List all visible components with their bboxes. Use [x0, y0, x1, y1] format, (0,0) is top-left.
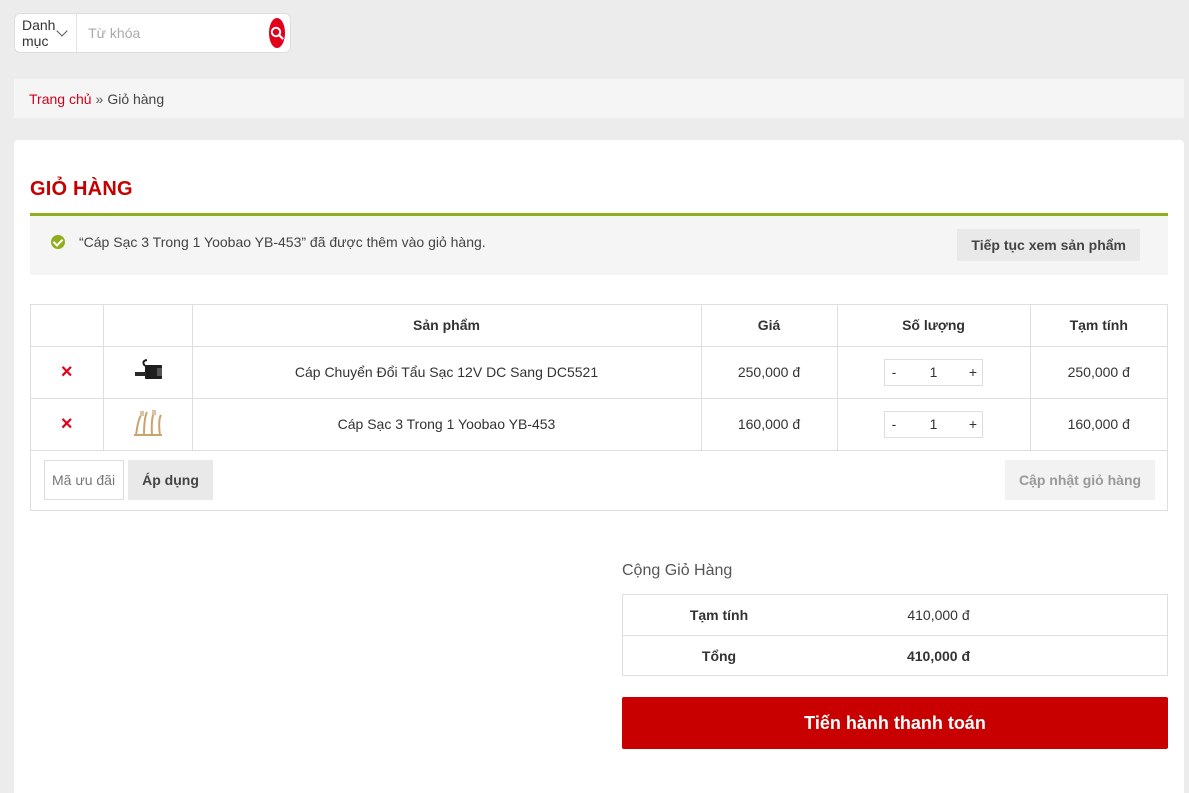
category-select[interactable]: Danh mục [15, 14, 78, 52]
product-name[interactable]: Cáp Sạc 3 Trong 1 Yoobao YB-453 [191, 397, 702, 451]
quantity-input[interactable]: 1 [903, 416, 964, 432]
table-row: × Cáp Sạc 3 Trong 1 Yoobao YB-453 160,00… [31, 397, 1167, 451]
column-header-remove [31, 305, 104, 347]
search-button[interactable] [269, 18, 285, 48]
quantity-decrease-button[interactable]: - [885, 364, 903, 380]
cart-actions: Áp dụng Cập nhật giỏ hàng [31, 450, 1167, 510]
table-header-row: Sản phẩm Giá Số lượng Tạm tính [31, 305, 1167, 347]
product-price: 250,000 đ [700, 345, 838, 399]
product-thumbnail[interactable] [102, 345, 193, 399]
subtotal-label: Tạm tính [689, 607, 749, 623]
cart-totals-title: Cộng Giỏ Hàng [622, 562, 733, 579]
quantity-stepper: - 1 + [884, 358, 983, 386]
table-row: × Cáp Chuyển Đổi Tẩu Sạc 12V DC Sang DC5… [31, 345, 1167, 399]
total-row: Tổng 410,000 đ [623, 635, 1167, 675]
breadcrumb-separator: » [95, 90, 104, 107]
remove-item-icon[interactable]: × [61, 361, 73, 383]
dc-adapter-cable-icon [134, 358, 162, 379]
product-price: 160,000 đ [700, 397, 838, 451]
added-to-cart-notice: “Cáp Sạc 3 Trong 1 Yoobao YB-453” đã đượ… [30, 213, 1168, 275]
cart-table: Sản phẩm Giá Số lượng Tạm tính × Cáp Chu… [30, 304, 1168, 511]
page-title: GIỎ HÀNG [30, 178, 133, 200]
quantity-stepper: - 1 + [884, 410, 983, 438]
checkout-button[interactable]: Tiến hành thanh toán [622, 697, 1168, 749]
search-input[interactable] [77, 14, 270, 52]
product-subtotal: 160,000 đ [1029, 397, 1167, 451]
cart-totals-table: Tạm tính 410,000 đ Tổng 410,000 đ [622, 594, 1168, 676]
check-circle-icon [51, 235, 65, 249]
remove-item-icon[interactable]: × [61, 413, 73, 435]
cart-panel: GIỎ HÀNG “Cáp Sạc 3 Trong 1 Yoobao YB-45… [14, 140, 1184, 793]
column-header-quantity: Số lượng [836, 305, 1031, 347]
coupon-code-input[interactable] [44, 460, 124, 500]
breadcrumb-current: Giỏ hàng [107, 90, 165, 107]
product-thumbnail[interactable] [102, 397, 193, 451]
column-header-subtotal: Tạm tính [1029, 305, 1167, 347]
apply-coupon-button[interactable]: Áp dụng [128, 460, 213, 500]
continue-shopping-button[interactable]: Tiếp tục xem sản phẩm [957, 229, 1140, 261]
quantity-increase-button[interactable]: + [964, 364, 982, 380]
product-subtotal: 250,000 đ [1029, 345, 1167, 399]
gold-charging-cable-icon [133, 409, 162, 436]
total-label: Tổng [701, 647, 737, 664]
notice-message: “Cáp Sạc 3 Trong 1 Yoobao YB-453” đã đượ… [79, 234, 486, 250]
quantity-increase-button[interactable]: + [964, 416, 982, 432]
column-header-thumbnail [102, 305, 193, 347]
subtotal-value: 410,000 đ [907, 607, 970, 623]
product-name[interactable]: Cáp Chuyển Đổi Tẩu Sạc 12V DC Sang DC552… [191, 345, 702, 399]
category-select-label: Danh mục [22, 17, 56, 49]
column-header-price: Giá [700, 305, 838, 347]
search-icon [270, 26, 284, 40]
update-cart-button[interactable]: Cập nhật giỏ hàng [1005, 460, 1155, 500]
column-header-product: Sản phẩm [191, 305, 702, 347]
breadcrumb: Trang chủ » Giỏ hàng [14, 79, 1184, 118]
search-bar: Danh mục [14, 13, 291, 53]
quantity-input[interactable]: 1 [903, 364, 964, 380]
quantity-decrease-button[interactable]: - [885, 416, 903, 432]
subtotal-row: Tạm tính 410,000 đ [623, 595, 1167, 635]
breadcrumb-home-link[interactable]: Trang chủ [29, 91, 92, 107]
total-value: 410,000 đ [906, 647, 971, 664]
